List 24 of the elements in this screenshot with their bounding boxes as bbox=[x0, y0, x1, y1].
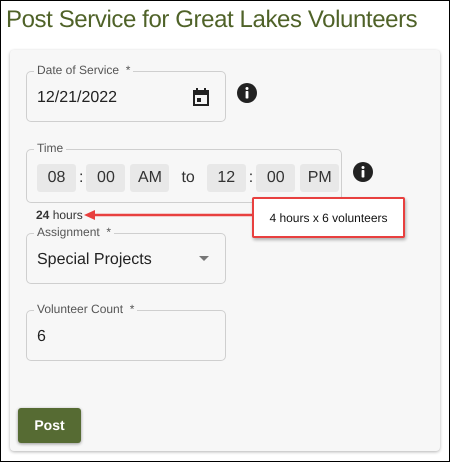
time-segment[interactable]: PM bbox=[300, 164, 340, 192]
field-value: 6 bbox=[37, 327, 46, 347]
calendar-icon[interactable] bbox=[193, 88, 209, 106]
time-separator: : bbox=[79, 168, 84, 188]
time-segment[interactable]: AM bbox=[130, 164, 170, 192]
field-value: Special Projects bbox=[37, 250, 152, 270]
page-title: Post Service for Great Lakes Volunteers bbox=[5, 5, 418, 35]
time-segment[interactable]: 00 bbox=[256, 164, 296, 192]
total-hours: 24 hours bbox=[36, 207, 83, 224]
time-segment[interactable]: 00 bbox=[86, 164, 126, 192]
field-label: Assignment * bbox=[34, 225, 114, 239]
info-icon[interactable] bbox=[353, 162, 373, 182]
time-separator: : bbox=[248, 168, 254, 188]
dropdown-caret-icon[interactable] bbox=[199, 256, 209, 261]
field-label: Time bbox=[34, 141, 66, 155]
time-segment[interactable]: 08 bbox=[37, 164, 76, 192]
field-value: 12/21/2022 bbox=[37, 88, 118, 108]
info-icon[interactable] bbox=[237, 82, 257, 102]
post-button[interactable]: Post bbox=[18, 408, 81, 443]
range-word: to bbox=[181, 168, 195, 188]
field-label: Volunteer Count * bbox=[34, 302, 138, 316]
field-label: Date of Service * bbox=[34, 63, 134, 77]
time-segment[interactable]: 12 bbox=[206, 164, 246, 192]
callout-text: 4 hours x 6 volunteers bbox=[269, 210, 388, 226]
